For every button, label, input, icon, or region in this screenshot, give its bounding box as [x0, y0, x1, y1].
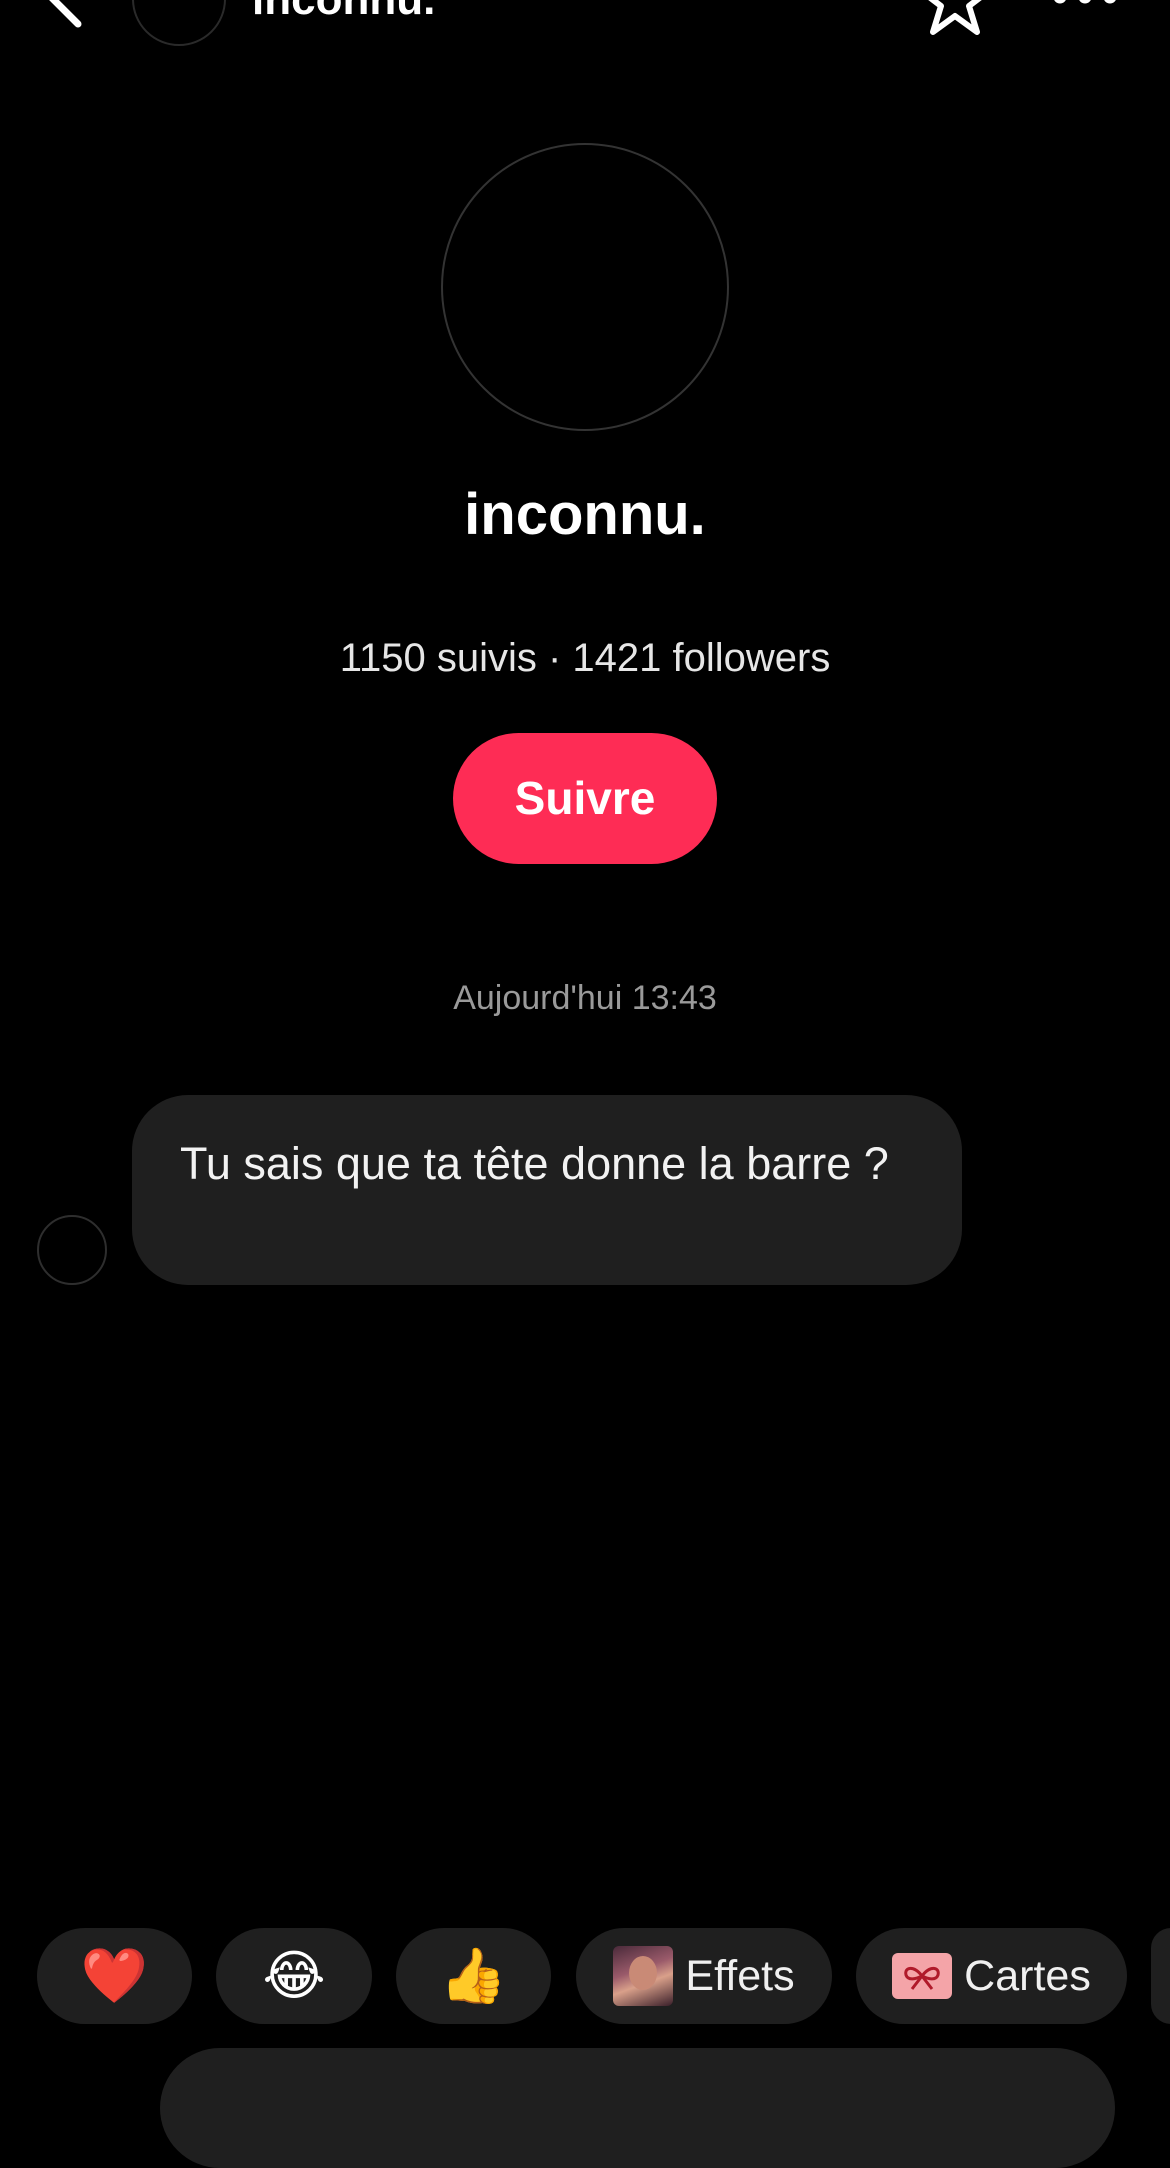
message-bubble[interactable]: Tu sais que ta tête donne la barre ?: [132, 1095, 962, 1285]
quick-reactions-bar: ❤️ 😂 👍 Effets Cartes: [0, 1928, 1170, 2024]
effects-thumbnail-icon: [613, 1946, 674, 2006]
back-arrow-icon: [49, 0, 82, 28]
reaction-thumbs-up-button[interactable]: 👍: [396, 1928, 551, 2024]
profile-avatar[interactable]: [441, 143, 729, 431]
sender-avatar[interactable]: [37, 1215, 107, 1285]
header-title[interactable]: inconnu.: [252, 0, 435, 22]
more-options-button[interactable]: [1050, 0, 1120, 12]
top-bar: inconnu.: [0, 0, 1170, 60]
cards-button[interactable]: Cartes: [856, 1928, 1127, 2024]
profile-stats: 1150 suivis · 1421 followers: [339, 636, 831, 680]
effects-label: Effets: [685, 1952, 795, 2000]
laughing-tears-icon: 😂: [262, 1946, 326, 2006]
message-input[interactable]: [160, 2048, 1115, 2168]
heart-icon: ❤️: [80, 1946, 149, 2006]
message-timestamp: Aujourd'hui 13:43: [453, 979, 717, 1017]
profile-name: inconnu.: [464, 482, 706, 547]
more-reactions-chip[interactable]: [1151, 1928, 1170, 2024]
more-dots-icon: [1054, 0, 1116, 4]
cards-label: Cartes: [964, 1952, 1091, 2000]
gift-card-icon: [892, 1953, 953, 1999]
effects-button[interactable]: Effets: [576, 1928, 832, 2024]
favorite-button[interactable]: [920, 0, 990, 35]
message-text: Tu sais que ta tête donne la barre ?: [180, 1138, 889, 1189]
header-avatar[interactable]: [132, 0, 226, 46]
thumbs-up-icon: 👍: [439, 1946, 508, 2006]
star-icon: [928, 0, 982, 35]
reaction-heart-button[interactable]: ❤️: [37, 1928, 192, 2024]
reaction-laugh-button[interactable]: 😂: [216, 1928, 372, 2024]
back-button[interactable]: [34, 0, 94, 30]
follow-button[interactable]: Suivre: [453, 733, 717, 864]
